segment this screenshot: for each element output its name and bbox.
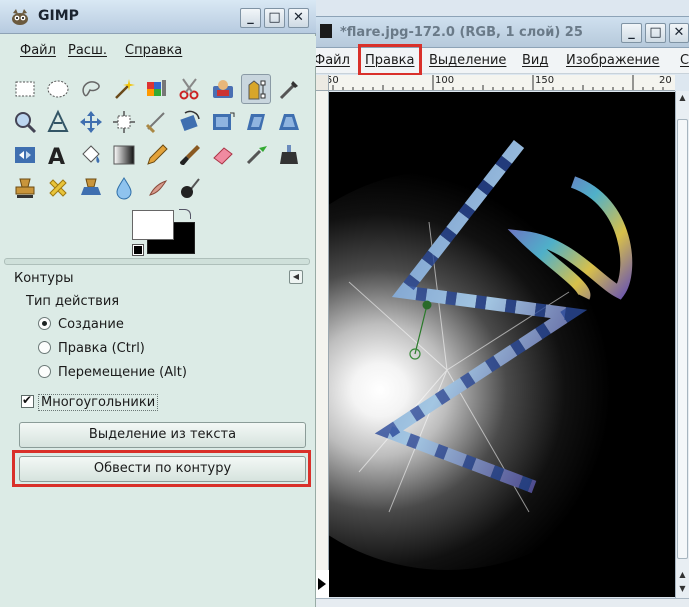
ink-icon[interactable] [274, 140, 304, 170]
bucket-fill-icon[interactable] [76, 140, 106, 170]
selection-from-text-button[interactable]: Выделение из текста [19, 422, 306, 448]
airbrush-icon[interactable] [241, 140, 271, 170]
menu-file[interactable]: Файл [316, 53, 350, 68]
tool-options-title: Контуры [14, 271, 74, 286]
minimize-button[interactable]: _ [621, 23, 642, 43]
perspective-clone-icon[interactable] [76, 173, 106, 203]
menu-extensions[interactable]: Расш. [68, 43, 107, 58]
toolbox-menubar: Файл Расш. Справка [0, 36, 316, 66]
ruler-ticks [332, 75, 664, 90]
crop-icon[interactable] [142, 107, 172, 137]
scroll-thumb[interactable] [677, 119, 688, 559]
radio-indicator[interactable] [38, 317, 51, 330]
toolbox-title: GIMP [38, 8, 79, 24]
align-icon[interactable] [109, 107, 139, 137]
free-select-icon[interactable] [76, 74, 106, 104]
horizontal-scrollbar[interactable] [316, 598, 689, 607]
dodge-burn-icon[interactable] [175, 173, 205, 203]
color-select-icon[interactable] [142, 74, 172, 104]
mode-edit-radio[interactable]: Правка (Ctrl) [38, 341, 145, 361]
radio-indicator[interactable] [38, 365, 51, 378]
scroll-down-arrow[interactable]: ▼ [677, 583, 688, 595]
menu-view[interactable]: Вид [522, 53, 548, 68]
menu-help[interactable]: Справка [125, 43, 182, 58]
ellipse-select-icon[interactable] [43, 74, 73, 104]
swap-colors-icon[interactable] [179, 209, 191, 219]
window-icon [320, 24, 332, 38]
mode-label: Тип действия [26, 294, 120, 309]
panel-menu-button[interactable]: ◀ [289, 270, 303, 284]
toolbox-window: GIMP _ □ ✕ Файл Расш. Справка A Контуры … [0, 0, 316, 607]
panel-divider[interactable] [4, 258, 310, 265]
scroll-up-arrow[interactable]: ▲ [677, 92, 688, 104]
fuzzy-select-icon[interactable] [109, 74, 139, 104]
vertical-ruler[interactable] [316, 91, 329, 601]
mode-create-radio[interactable]: Создание [38, 317, 124, 337]
toolbox-titlebar[interactable]: GIMP _ □ ✕ [0, 0, 316, 34]
heal-icon[interactable] [43, 173, 73, 203]
ruler-label: 50 [329, 75, 339, 86]
move-icon[interactable] [76, 107, 106, 137]
mode-move-radio[interactable]: Перемещение (Alt) [38, 365, 187, 385]
reset-colors-icon[interactable] [132, 244, 144, 256]
edit-menu-highlight [358, 44, 422, 76]
scroll-up-arrow-bottom[interactable]: ▲ [677, 569, 688, 581]
stroke-path-highlight [12, 450, 311, 487]
polygonal-checkbox[interactable]: Многоугольники [21, 393, 159, 415]
close-button[interactable]: ✕ [288, 8, 309, 28]
mode-create-label: Создание [58, 317, 124, 332]
paintbrush-icon[interactable] [175, 140, 205, 170]
maximize-button[interactable]: □ [264, 8, 285, 28]
image-canvas[interactable] [329, 92, 675, 597]
menu-file[interactable]: Файл [20, 43, 56, 58]
gimp-logo-icon [12, 9, 28, 25]
clone-icon[interactable] [10, 173, 40, 203]
menu-image[interactable]: Изображение [566, 53, 659, 68]
image-window: *flare.jpg-172.0 (RGB, 1 слой) 25 _ □ ✕ … [316, 0, 689, 607]
close-button[interactable]: ✕ [669, 23, 689, 43]
blur-icon[interactable] [109, 173, 139, 203]
ruler-label: 150 [535, 75, 555, 86]
shear-icon[interactable] [241, 107, 271, 137]
maximize-button[interactable]: □ [645, 23, 666, 43]
image-title: *flare.jpg-172.0 (RGB, 1 слой) 25 [340, 25, 583, 40]
polygonal-label: Многоугольники [38, 394, 159, 411]
canvas-image [329, 92, 675, 597]
measure-icon[interactable] [43, 107, 73, 137]
text-icon[interactable]: A [43, 140, 73, 170]
zoom-icon[interactable] [10, 107, 40, 137]
checkbox-indicator[interactable] [21, 393, 34, 408]
menu-more[interactable]: С [680, 53, 689, 68]
vertical-scrollbar[interactable]: ▲ ▲ ▼ [675, 91, 689, 601]
foreground-select-icon[interactable] [208, 74, 238, 104]
pencil-icon[interactable] [142, 140, 172, 170]
ruler-label: 20 [659, 75, 672, 86]
ruler-corner[interactable] [316, 75, 329, 91]
scissors-icon[interactable] [175, 74, 205, 104]
menu-select[interactable]: Выделение [429, 53, 506, 68]
color-picker-icon[interactable] [274, 74, 304, 104]
navigate-marker[interactable] [316, 570, 329, 598]
radio-indicator[interactable] [38, 341, 51, 354]
foreground-color-swatch[interactable] [132, 210, 174, 240]
rotate-icon[interactable] [175, 107, 205, 137]
perspective-icon[interactable] [274, 107, 304, 137]
flip-icon[interactable] [10, 140, 40, 170]
blend-icon[interactable] [109, 140, 139, 170]
scale-icon[interactable] [208, 107, 238, 137]
rect-select-icon[interactable] [10, 74, 40, 104]
paths-icon[interactable] [241, 74, 271, 104]
minimize-button[interactable]: _ [240, 8, 261, 28]
svg-text:A: A [48, 145, 65, 168]
mode-move-label: Перемещение (Alt) [58, 365, 187, 380]
eraser-icon[interactable] [208, 140, 238, 170]
horizontal-ruler[interactable]: 50 100 150 20 [329, 75, 675, 91]
smudge-icon[interactable] [142, 173, 172, 203]
mode-edit-label: Правка (Ctrl) [58, 341, 145, 356]
ruler-label: 100 [435, 75, 455, 86]
